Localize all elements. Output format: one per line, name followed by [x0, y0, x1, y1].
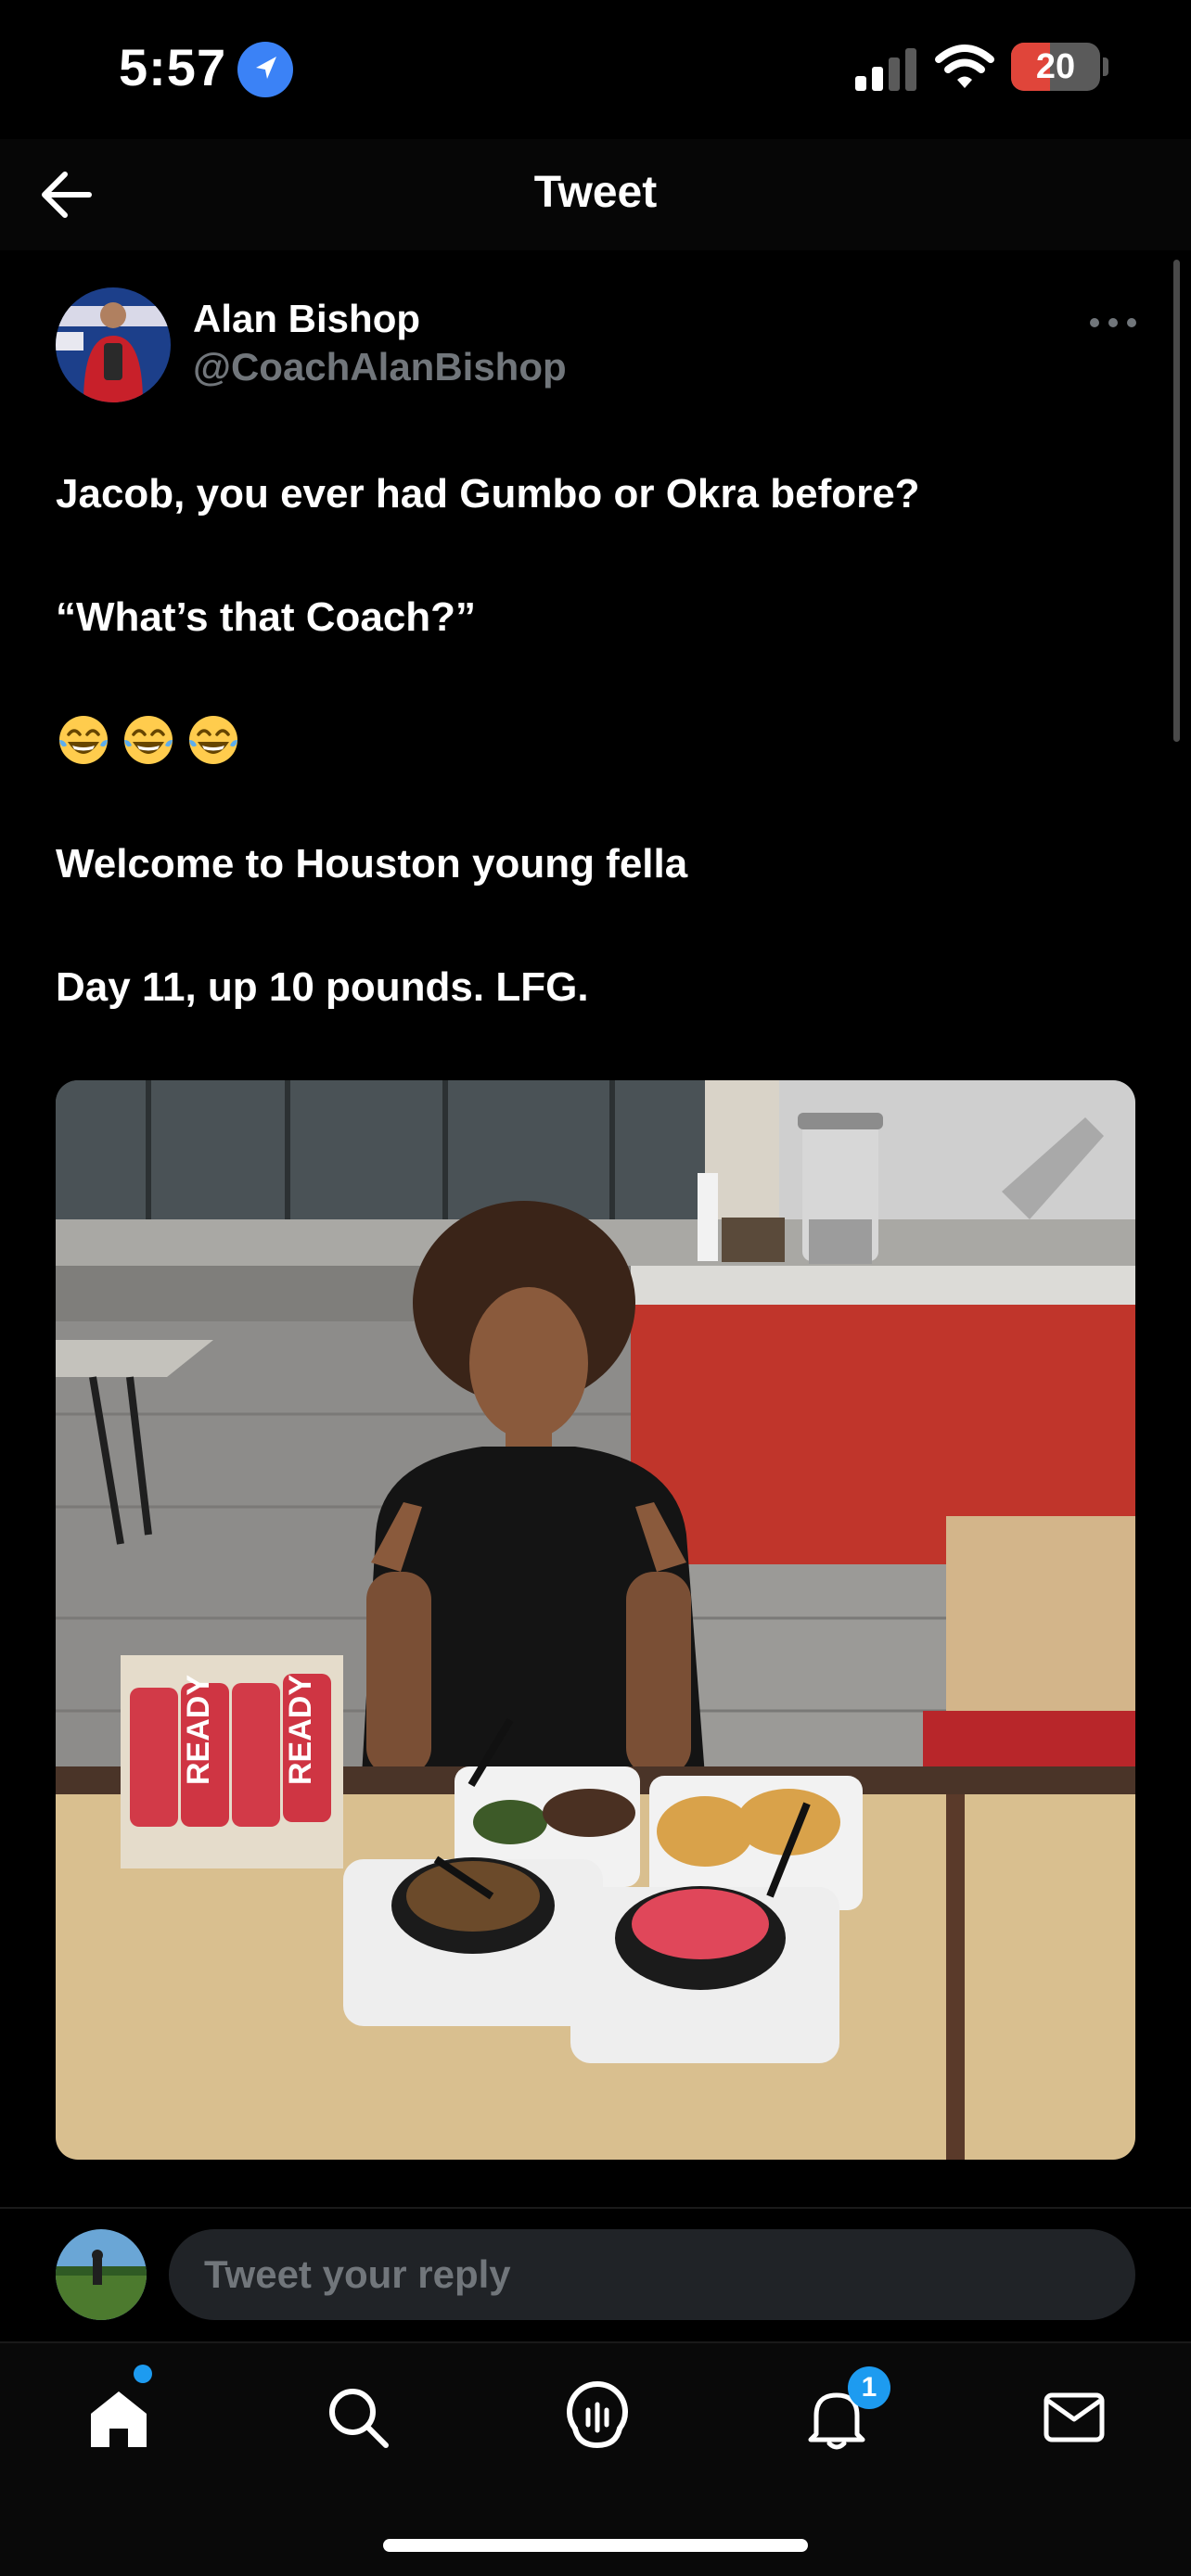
tears-of-joy-emoji: [124, 716, 173, 764]
bottle-label: READY: [283, 1675, 318, 1785]
tweet-line: “What’s that Coach?”: [56, 594, 477, 640]
back-button[interactable]: [33, 161, 100, 228]
tweet-line: Day 11, up 10 pounds. LFG.: [56, 964, 589, 1010]
top-nav-bar: Tweet: [0, 139, 1191, 250]
wifi-icon: [935, 45, 994, 91]
location-arrow-icon: [237, 42, 293, 97]
tweet-line: Welcome to Houston young fella: [56, 841, 688, 886]
tab-search[interactable]: [321, 2380, 395, 2455]
tab-home[interactable]: [82, 2380, 156, 2455]
more-horizontal-icon: [1090, 318, 1136, 327]
notifications-badge: 1: [848, 2366, 890, 2409]
tab-spaces[interactable]: [560, 2380, 634, 2455]
search-icon: [329, 2389, 389, 2448]
current-user-avatar[interactable]: [56, 2229, 147, 2320]
scrollbar[interactable]: [1173, 260, 1180, 742]
reply-input[interactable]: Tweet your reply: [169, 2229, 1135, 2320]
status-time: 5:57: [119, 38, 227, 96]
mail-icon: [1044, 2392, 1105, 2442]
author-name[interactable]: Alan Bishop: [193, 297, 420, 341]
author-handle[interactable]: @CoachAlanBishop: [193, 345, 567, 389]
emoji-row: [56, 710, 1141, 834]
reply-divider: [0, 2207, 1191, 2209]
status-bar: 5:57 20: [0, 0, 1191, 139]
tweet-photo[interactable]: READY READY: [56, 1080, 1135, 2160]
tweet-detail-screen: 5:57 20 Tweet Alan Bishop @CoachAlanBish…: [0, 0, 1191, 2576]
battery-cap: [1103, 57, 1108, 76]
arrow-left-icon: [42, 172, 92, 218]
author-avatar[interactable]: [56, 287, 171, 402]
more-options-button[interactable]: [1085, 306, 1141, 339]
battery-level-text: 20: [1035, 47, 1076, 86]
home-unread-dot: [134, 2365, 152, 2383]
tweet-line: Jacob, you ever had Gumbo or Okra before…: [56, 471, 920, 516]
cellular-signal-icon: [853, 48, 918, 91]
battery-icon: 20: [1011, 43, 1100, 91]
page-title: Tweet: [533, 168, 658, 217]
home-indicator[interactable]: [383, 2539, 808, 2552]
reply-placeholder: Tweet your reply: [204, 2252, 511, 2296]
tears-of-joy-emoji: [189, 716, 237, 764]
home-icon: [91, 2391, 147, 2447]
bottle-label: READY: [181, 1675, 216, 1785]
tears-of-joy-emoji: [59, 716, 108, 764]
tab-messages[interactable]: [1037, 2380, 1111, 2455]
tweet-text: Jacob, you ever had Gumbo or Okra before…: [56, 464, 1141, 1080]
spaces-icon: [567, 2381, 628, 2449]
